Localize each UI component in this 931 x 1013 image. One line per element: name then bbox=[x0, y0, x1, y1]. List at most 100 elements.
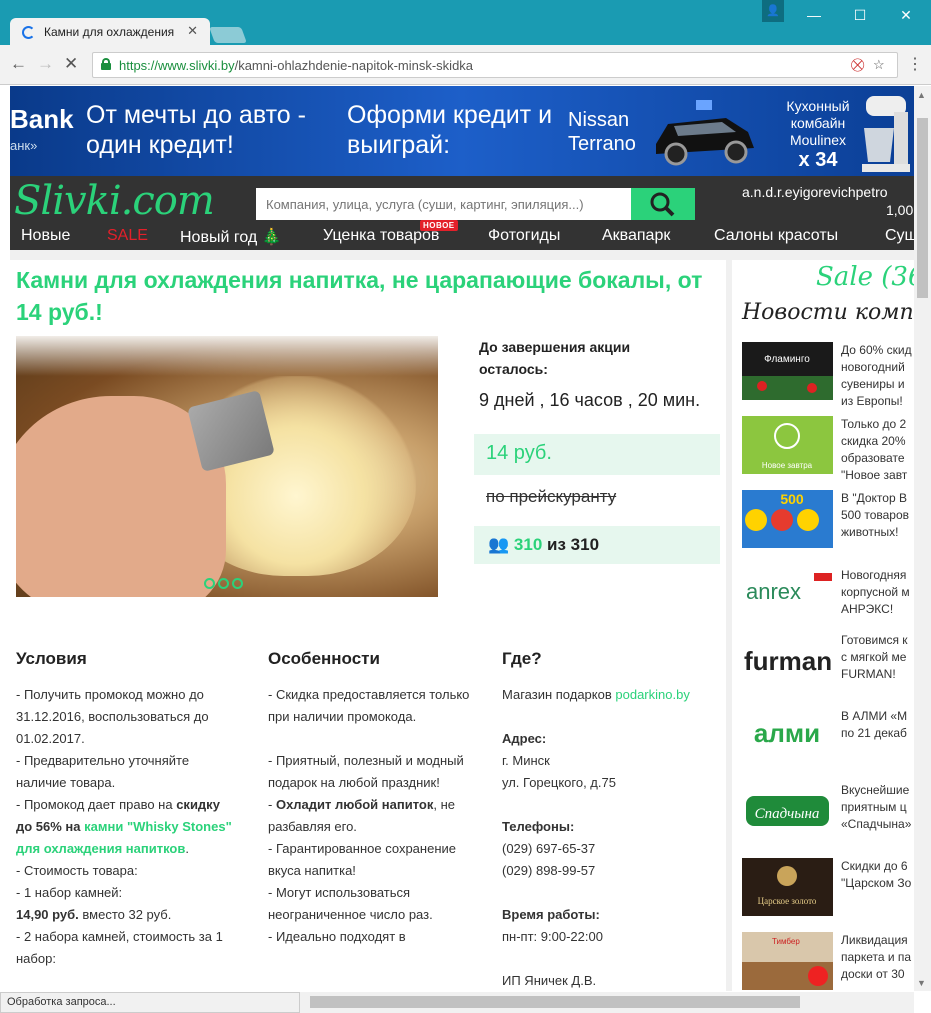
news-item[interactable]: Фламинго До 60% скид новогодний сувениры и… bbox=[742, 342, 914, 408]
maximize-icon[interactable]: ☐ bbox=[837, 0, 883, 30]
news-item[interactable]: 500 В "Доктор В 500 товаров животных! bbox=[742, 490, 914, 548]
conditions-title: Условия bbox=[16, 649, 87, 668]
hscroll-thumb[interactable] bbox=[310, 996, 800, 1008]
nav-aquapark[interactable]: Аквапарк bbox=[602, 227, 670, 245]
news-thumb: Царское золото bbox=[742, 858, 833, 916]
sidebar: Sale (36 Новости компан Фламинго До 60% … bbox=[732, 260, 914, 991]
old-price: по прейскуранту bbox=[486, 487, 617, 506]
news-thumb: 500 bbox=[742, 490, 833, 548]
banner-slogan: От мечты до авто - один кредит! bbox=[86, 101, 306, 159]
search-input[interactable] bbox=[256, 188, 631, 220]
browser-toolbar: ← → ✕ https://www.slivki.by/kamni-ohlazh… bbox=[0, 45, 931, 85]
search-button[interactable] bbox=[631, 188, 695, 220]
lock-icon bbox=[101, 58, 111, 70]
star-icon[interactable]: ☆ bbox=[873, 57, 885, 73]
offer-card: Камни для охлаждения напитка, не царапаю… bbox=[10, 260, 726, 991]
conditions-column: Условия - Получить промокод можно до 31.… bbox=[16, 648, 236, 970]
news-item[interactable]: алми В АЛМИ «М по 21 декаб bbox=[742, 708, 914, 766]
forward-icon[interactable]: → bbox=[37, 54, 54, 74]
news-item[interactable]: Новое завтра Только до 2 скидка 20% образо… bbox=[742, 416, 914, 482]
svg-text:Тимбер: Тимбер bbox=[772, 937, 800, 946]
svg-text:алми: алми bbox=[754, 718, 820, 748]
blocked-popup-icon[interactable]: ⛒ bbox=[851, 57, 864, 73]
scroll-up-icon[interactable]: ▲ bbox=[917, 90, 926, 100]
svg-text:Спадчына: Спадчына bbox=[755, 806, 820, 822]
price-box: 14 руб. bbox=[474, 434, 720, 475]
svg-text:furman: furman bbox=[744, 646, 832, 676]
sale-link[interactable]: Sale (36 bbox=[816, 262, 914, 292]
news-thumb: Тимбер bbox=[742, 932, 833, 990]
countdown-label: До завершения акции осталось: bbox=[479, 339, 631, 377]
scroll-thumb[interactable] bbox=[917, 118, 928, 298]
vertical-scrollbar[interactable]: ▲ ▼ bbox=[914, 86, 931, 991]
url-text: https://www.slivki.by/kamni-ohlazhdenie-… bbox=[119, 58, 474, 73]
news-thumb: anrex bbox=[742, 567, 833, 625]
news-item[interactable]: Царское золото Скидки до 6 "Царском Зо bbox=[742, 858, 914, 916]
countdown-timer: 9 дней , 16 часов , 20 мин. bbox=[479, 390, 701, 410]
news-thumb: Новое завтра bbox=[742, 416, 833, 474]
news-title: Новости компан bbox=[742, 300, 914, 325]
where-column: Где? Магазин подарков podarkino.by Адрес… bbox=[502, 648, 722, 991]
where-title: Где? bbox=[502, 649, 542, 668]
tab-close-icon[interactable]: ✕ bbox=[187, 23, 198, 39]
site-logo[interactable]: Slivki.com bbox=[14, 176, 215, 226]
new-tab-button[interactable] bbox=[209, 27, 247, 43]
user-balance: 1,00 bbox=[886, 202, 914, 218]
close-window-icon[interactable]: ✕ bbox=[883, 0, 929, 30]
news-item[interactable]: anrex Новогодняя корпусной м АНРЭКС! bbox=[742, 567, 914, 625]
news-item[interactable]: Тимбер Ликвидация паркета и па доски от 30 bbox=[742, 932, 914, 990]
features-title: Особенности bbox=[268, 649, 380, 668]
search-field[interactable] bbox=[256, 188, 631, 220]
nav-sushi[interactable]: Суш bbox=[885, 227, 914, 245]
news-thumb: Спадчына bbox=[742, 782, 833, 840]
svg-text:Новое завтра: Новое завтра bbox=[762, 461, 813, 470]
page-viewport: Bank анк» От мечты до авто - один кредит… bbox=[10, 86, 914, 991]
news-item[interactable]: furman Готовимся кс мягкой ме FURMAN! bbox=[742, 632, 914, 690]
news-thumb: Фламинго bbox=[742, 342, 833, 400]
site-header: Slivki.com a.n.d.r.eyigorevichpetro 1,00 bbox=[10, 176, 914, 226]
banner-prize: Кухонный комбайн Moulinex x 34 bbox=[786, 98, 850, 171]
nav-new[interactable]: Новые bbox=[21, 227, 70, 245]
svg-text:anrex: anrex bbox=[746, 579, 801, 604]
user-name[interactable]: a.n.d.r.eyigorevichpetro bbox=[742, 184, 888, 200]
offer-photo[interactable] bbox=[16, 336, 438, 597]
svg-text:Царское золото: Царское золото bbox=[758, 896, 817, 906]
svg-text:500: 500 bbox=[780, 491, 804, 507]
back-icon[interactable]: ← bbox=[10, 54, 27, 74]
bank-sub: анк» bbox=[10, 138, 38, 153]
slider-dots[interactable] bbox=[204, 577, 246, 592]
nav-sale[interactable]: SALE bbox=[107, 227, 148, 245]
users-icon: 👥 bbox=[488, 535, 510, 554]
profile-icon[interactable]: 👤 bbox=[762, 0, 784, 22]
shop-link[interactable]: podarkino.by bbox=[615, 687, 689, 702]
nav-beauty[interactable]: Салоны красоты bbox=[714, 227, 838, 245]
minimize-icon[interactable]: — bbox=[791, 0, 837, 30]
search-icon bbox=[650, 192, 675, 217]
menu-icon[interactable]: ⋮ bbox=[907, 54, 923, 74]
address-bar[interactable]: https://www.slivki.by/kamni-ohlazhdenie-… bbox=[92, 52, 898, 78]
banner-car: Nissan Terrano bbox=[568, 109, 636, 155]
car-image bbox=[656, 100, 754, 166]
status-bar: Обработка запроса... bbox=[0, 992, 300, 1013]
offer-title: Камни для охлаждения напитка, не царапаю… bbox=[16, 267, 703, 325]
news-thumb: furman bbox=[742, 632, 833, 690]
scroll-down-icon[interactable]: ▼ bbox=[917, 978, 926, 988]
ad-banner[interactable]: Bank анк» От мечты до авто - один кредит… bbox=[10, 86, 914, 176]
svg-text:Фламинго: Фламинго bbox=[764, 354, 810, 365]
new-badge: НОВОЕ bbox=[420, 220, 458, 231]
news-thumb: алми bbox=[742, 708, 833, 766]
window-titlebar: Камни для охлаждения ✕ 👤 — ☐ ✕ bbox=[0, 0, 931, 46]
loading-spinner-icon bbox=[22, 26, 35, 39]
promo-count: 👥 310 из 310 bbox=[474, 526, 720, 564]
main-nav: Новые SALE Новый год 🎄 Уценка товаров НО… bbox=[10, 220, 914, 250]
bank-logo: Bank bbox=[10, 104, 74, 134]
banner-offer: Оформи кредит и выиграй: bbox=[347, 101, 553, 159]
nav-new-year[interactable]: Новый год 🎄 bbox=[180, 227, 282, 247]
features-column: Особенности - Скидка предоставляется тол… bbox=[268, 648, 488, 948]
mixer-image bbox=[862, 96, 910, 172]
nav-photoguides[interactable]: Фотогиды bbox=[488, 227, 560, 245]
browser-tab[interactable]: Камни для охлаждения ✕ bbox=[10, 18, 210, 46]
stop-icon[interactable]: ✕ bbox=[64, 54, 78, 74]
tab-title: Камни для охлаждения bbox=[44, 25, 175, 39]
news-item[interactable]: Спадчына Вкуснейшие приятным ц «Спадчына» bbox=[742, 782, 914, 840]
